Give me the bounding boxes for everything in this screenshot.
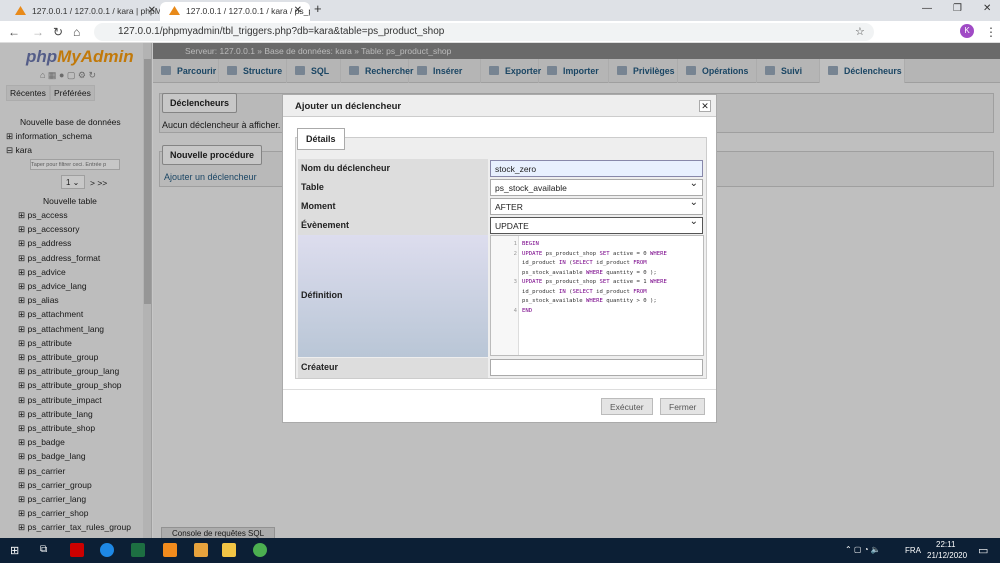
close-window-button[interactable]: ✕: [983, 3, 991, 14]
time-select[interactable]: AFTER: [490, 197, 703, 215]
pma-favicon-icon: [15, 6, 26, 15]
trigger-details: Nom du déclencheur stock_zero Table ps_sto…: [295, 137, 707, 379]
code-line: ps_stock_available WHERE quantity = 0 );: [522, 269, 657, 276]
back-icon[interactable]: ←: [8, 25, 20, 39]
address-bar: ← → ↻ ⌂ 127.0.0.1/phpmyadmin/tbl_trigger…: [0, 21, 1000, 43]
line-number: 2: [513, 250, 517, 257]
code-line: UPDATE ps_product_shop SET active = 0 WH…: [522, 250, 667, 257]
dialog-divider: [283, 389, 716, 390]
code-line: BEGIN: [522, 241, 539, 247]
definition-label: Définition: [298, 235, 488, 357]
definer-input[interactable]: [490, 359, 703, 376]
file-explorer-icon[interactable]: [222, 543, 236, 557]
tray-icons[interactable]: ⌃ ▢ ◔ 🔈: [845, 545, 881, 554]
sublime-icon[interactable]: [194, 543, 208, 557]
line-number: 1: [513, 241, 517, 247]
time-label: Moment: [298, 197, 488, 216]
definer-label: Créateur: [298, 358, 488, 378]
dialog-close-icon[interactable]: ✕: [699, 100, 711, 112]
bookmark-star-icon[interactable]: ☆: [855, 25, 865, 38]
chrome-icon[interactable]: [253, 543, 267, 557]
menu-icon[interactable]: ⋮: [985, 25, 997, 39]
browser-tab-active[interactable]: 127.0.0.1 / 127.0.0.1 / kara / ps_p ✕: [160, 2, 310, 21]
event-label: Évènement: [298, 216, 488, 235]
table-label: Table: [298, 178, 488, 197]
profile-avatar[interactable]: K: [960, 24, 974, 38]
clock-date[interactable]: 21/12/2020: [927, 551, 967, 560]
code-line: id_product IN (SELECT id_product FROM: [522, 260, 647, 266]
task-view-icon[interactable]: ⧉: [40, 544, 47, 555]
windows-start-icon[interactable]: ⊞: [10, 544, 19, 557]
windows-taskbar: ⊞ ⧉ ⌃ ▢ ◔ 🔈 FRA 22:11 21/12/2020 ▭: [0, 538, 1000, 563]
maximize-button[interactable]: ❐: [953, 3, 962, 14]
home-icon[interactable]: ⌂: [73, 25, 80, 39]
clock-time[interactable]: 22:11: [936, 540, 955, 549]
filezilla-icon[interactable]: [70, 543, 84, 557]
code-line: END: [522, 307, 533, 314]
execute-button[interactable]: Exécuter: [601, 398, 653, 415]
details-legend: Détails: [297, 128, 345, 150]
excel-icon[interactable]: [131, 543, 145, 557]
line-number: 3: [513, 279, 517, 285]
forward-icon[interactable]: →: [32, 25, 44, 39]
code-line: id_product IN (SELECT id_product FROM: [522, 288, 647, 295]
notifications-icon[interactable]: ▭: [978, 544, 988, 557]
dialog-title: Ajouter un déclencheur: [283, 95, 716, 117]
reload-icon[interactable]: ↻: [53, 25, 63, 39]
pma-favicon-icon: [169, 6, 180, 15]
minimize-button[interactable]: —: [922, 3, 932, 14]
browser-tab[interactable]: 127.0.0.1 / 127.0.0.1 / kara | phpM ✕: [6, 2, 164, 21]
add-trigger-dialog: Ajouter un déclencheur ✕ Détails Nom du …: [282, 94, 717, 423]
code-line: UPDATE ps_product_shop SET active = 1 WH…: [522, 279, 667, 285]
event-select[interactable]: UPDATE: [490, 216, 703, 234]
edge-icon[interactable]: [100, 543, 114, 557]
close-button[interactable]: Fermer: [660, 398, 706, 415]
trigger-name-input[interactable]: stock_zero: [490, 160, 703, 177]
close-tab-icon[interactable]: ✕: [148, 5, 156, 16]
browser-tabstrip: 127.0.0.1 / 127.0.0.1 / kara | phpM ✕ 127…: [0, 0, 1000, 21]
url-input[interactable]: 127.0.0.1/phpmyadmin/tbl_triggers.php?db…: [94, 23, 874, 41]
code-line: ps_stock_available WHERE quantity > 0 );: [522, 298, 657, 304]
name-label: Nom du déclencheur: [298, 159, 488, 178]
new-tab-button[interactable]: +: [314, 1, 322, 16]
table-select[interactable]: ps_stock_available: [490, 178, 703, 196]
definition-editor[interactable]: 1 BEGIN 2 UPDATE ps_product_shop SET active…: [490, 235, 704, 356]
line-number: 4: [513, 307, 517, 314]
close-tab-icon[interactable]: ✕: [294, 5, 302, 16]
language-indicator[interactable]: FRA: [905, 546, 921, 555]
xampp-icon[interactable]: [163, 543, 177, 557]
